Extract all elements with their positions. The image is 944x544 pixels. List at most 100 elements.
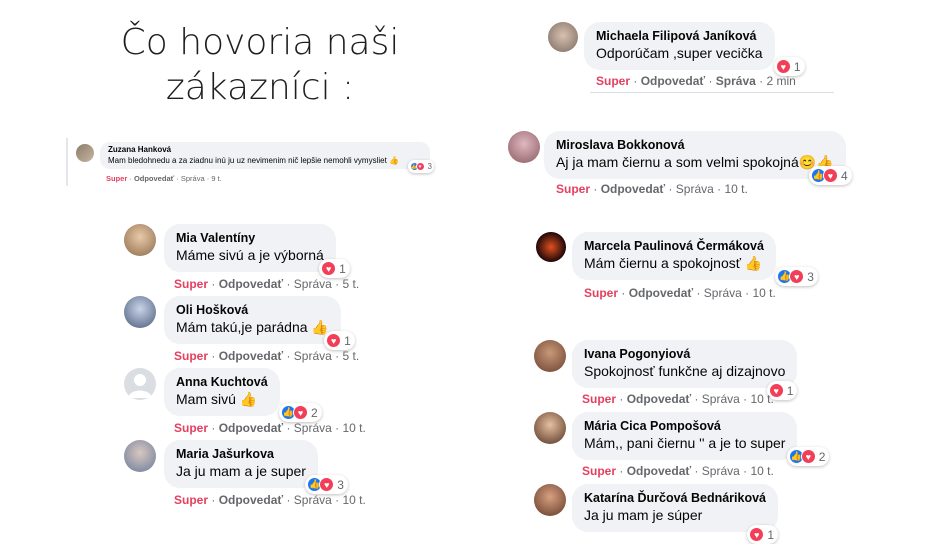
reaction-count: 3 xyxy=(337,477,344,492)
avatar[interactable] xyxy=(124,224,156,256)
avatar[interactable] xyxy=(124,368,156,400)
super-button[interactable]: Super xyxy=(174,277,208,291)
default-avatar-icon xyxy=(128,374,152,398)
commenter-name[interactable]: Mia Valentíny xyxy=(176,230,324,246)
reply-button[interactable]: Odpovedať xyxy=(219,421,283,435)
reactions[interactable]: 👍 ♥ 2 xyxy=(279,403,322,422)
super-button[interactable]: Super xyxy=(174,421,208,435)
comment-actions: Super · Odpovedať · Správa · 5 t. xyxy=(174,277,360,291)
comment-time[interactable]: 2 min xyxy=(767,74,796,88)
commenter-name[interactable]: Zuzana Hanková xyxy=(108,145,422,155)
love-icon: ♥ xyxy=(800,449,816,464)
comment-actions: Super · Odpovedať · Správa · 10 t. xyxy=(584,286,776,300)
message-button[interactable]: Správa xyxy=(181,174,205,183)
comment-text: Spokojnosť funkčne aj dizajnovo xyxy=(584,363,786,379)
comment-bubble: Anna Kuchtová Mam sivú 👍 👍 ♥ 2 xyxy=(164,368,322,422)
super-button[interactable]: Super xyxy=(556,182,590,196)
avatar[interactable] xyxy=(508,131,540,163)
reply-button[interactable]: Odpovedať xyxy=(219,349,283,363)
commenter-name[interactable]: Miroslava Bokkonová xyxy=(556,137,834,153)
super-button[interactable]: Super xyxy=(174,493,208,507)
super-button[interactable]: Super xyxy=(174,349,208,363)
reply-button[interactable]: Odpovedať xyxy=(219,493,283,507)
message-button[interactable]: Správa xyxy=(676,182,714,196)
reactions[interactable]: ♥ 1 xyxy=(324,331,355,350)
avatar[interactable] xyxy=(124,440,156,472)
super-button[interactable]: Super xyxy=(584,286,618,300)
message-button[interactable]: Správa xyxy=(294,277,332,291)
reply-button[interactable]: Odpovedať xyxy=(219,277,283,291)
reactions[interactable]: 👍 ♥ 2 xyxy=(786,447,830,466)
comment-time[interactable]: 10 t. xyxy=(753,286,776,300)
super-button[interactable]: Super xyxy=(596,74,630,88)
message-button[interactable]: Správa xyxy=(294,493,332,507)
reaction-count: 1 xyxy=(786,383,794,398)
super-button[interactable]: Super xyxy=(106,174,127,183)
commenter-name[interactable]: Katarína Ďurčová Bednáriková xyxy=(584,490,766,506)
comment-time[interactable]: 10 t. xyxy=(343,421,366,435)
reaction-count: 3 xyxy=(807,269,814,284)
reaction-count: 1 xyxy=(339,261,346,276)
avatar[interactable] xyxy=(548,22,578,52)
reactions[interactable]: 👍 ♥ 3 xyxy=(305,475,348,494)
commenter-name[interactable]: Maria Jašurkova xyxy=(176,446,306,462)
commenter-name[interactable]: Michaela Filipová Janíková xyxy=(596,28,763,44)
reply-button[interactable]: Odpovedať xyxy=(601,182,665,196)
reactions[interactable]: 👍 ♥ 3 xyxy=(775,267,818,286)
avatar[interactable] xyxy=(536,232,566,262)
reaction-count: 2 xyxy=(818,449,826,464)
message-button[interactable]: Správa xyxy=(702,392,740,406)
comment-text: Odporúčam ,super vecička xyxy=(596,45,763,61)
comment-bubble: Mária Cica Pompošová Mám,, pani čiernu '… xyxy=(572,412,830,466)
reply-button[interactable]: Odpovedať xyxy=(134,174,174,183)
reactions[interactable]: ♥ 1 xyxy=(319,259,350,278)
reactions[interactable]: 👍 ♥ 3 xyxy=(407,160,434,173)
comment-actions: Super · Odpovedať · Správa · 5 t. xyxy=(174,349,360,363)
super-button[interactable]: Super xyxy=(582,392,616,406)
comment-time[interactable]: 10 t. xyxy=(725,182,748,196)
commenter-name[interactable]: Ivana Pogonyiová xyxy=(584,346,785,362)
super-button[interactable]: Super xyxy=(582,464,616,478)
comment-bubble: Oli Hošková Mám takú,je parádna 👍 ♥ 1 xyxy=(164,296,355,350)
reaction-count: 1 xyxy=(344,333,351,348)
avatar[interactable] xyxy=(534,484,566,516)
commenter-name[interactable]: Mária Cica Pompošová xyxy=(584,418,785,434)
comment-time[interactable]: 9 t. xyxy=(211,174,221,183)
reply-button[interactable]: Odpovedať xyxy=(641,74,705,88)
reply-button[interactable]: Odpovedať xyxy=(629,286,693,300)
avatar[interactable] xyxy=(76,144,94,162)
commenter-name[interactable]: Oli Hošková xyxy=(176,302,329,318)
comment-time[interactable]: 5 t. xyxy=(343,277,360,291)
love-icon: ♥ xyxy=(319,477,335,492)
comment-time[interactable]: 10 t. xyxy=(751,392,774,406)
message-button[interactable]: Správa xyxy=(716,74,756,88)
comment-actions: Super · Odpovedať · Správa · 9 t. xyxy=(106,174,222,183)
message-button[interactable]: Správa xyxy=(704,286,742,300)
comment-time[interactable]: 10 t. xyxy=(751,464,774,478)
avatar[interactable] xyxy=(534,340,566,372)
reaction-count: 4 xyxy=(840,168,848,183)
comment-bubble: Miroslava Bokkonová Aj ja mam čiernu a s… xyxy=(544,131,852,185)
commenter-name[interactable]: Anna Kuchtová xyxy=(176,374,268,390)
reactions[interactable]: 👍 ♥ 4 xyxy=(808,166,852,185)
comment-text: Mam sivú 👍 xyxy=(176,391,258,407)
comment-time[interactable]: 5 t. xyxy=(343,349,360,363)
comment-bubble: Maria Jašurkova Ja ju mam a je super 👍 ♥ 3 xyxy=(164,440,348,494)
reply-button[interactable]: Odpovedať xyxy=(627,392,691,406)
message-button[interactable]: Správa xyxy=(702,464,740,478)
avatar[interactable] xyxy=(534,412,566,444)
avatar[interactable] xyxy=(124,296,156,328)
comment-text: Máme sivú a je výborná xyxy=(176,247,324,263)
comment-time[interactable]: 10 t. xyxy=(343,493,366,507)
comment-actions: Super · Odpovedať · Správa · 10 t. xyxy=(582,392,774,406)
love-icon: ♥ xyxy=(822,168,838,183)
reply-button[interactable]: Odpovedať xyxy=(627,464,691,478)
commenter-name[interactable]: Marcela Paulinová Čermáková xyxy=(584,238,764,254)
message-button[interactable]: Správa xyxy=(294,421,332,435)
divider xyxy=(590,92,834,93)
reactions[interactable]: ♥ 1 xyxy=(747,525,779,544)
comment-text: Mám takú,je parádna 👍 xyxy=(176,319,329,335)
comment-bubble: Ivana Pogonyiová Spokojnosť funkčne aj d… xyxy=(572,340,798,400)
message-button[interactable]: Správa xyxy=(294,349,332,363)
comment-text: Ja ju mam je súper xyxy=(584,507,703,523)
